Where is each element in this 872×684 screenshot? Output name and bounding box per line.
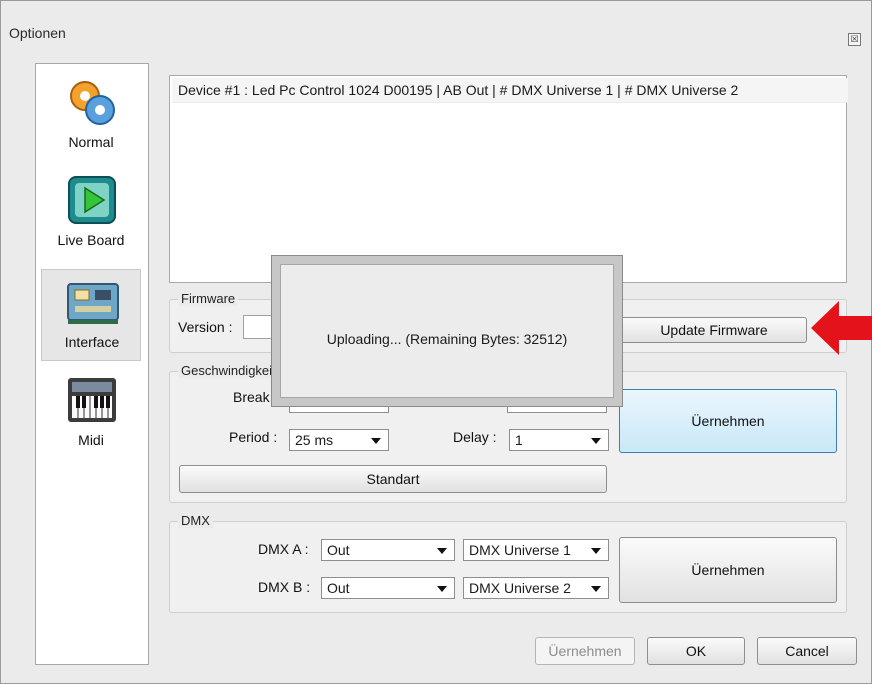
- chevron-down-icon: [437, 586, 447, 592]
- red-arrow-pointer-icon: [811, 301, 872, 355]
- circuit-board-icon: [67, 283, 119, 324]
- standard-button[interactable]: Standart: [179, 465, 607, 493]
- gears-icon: [70, 81, 115, 125]
- window-title: Optionen: [9, 25, 66, 41]
- dmx-apply-button[interactable]: Üernehmen: [619, 537, 837, 603]
- chevron-down-icon: [371, 438, 381, 444]
- chevron-down-icon: [591, 586, 601, 592]
- sidebar-item-label: Normal: [68, 134, 114, 150]
- period-select[interactable]: 25 ms: [289, 429, 389, 451]
- play-board-icon: [68, 176, 116, 224]
- period-select-value: 25 ms: [295, 432, 334, 448]
- upload-progress-popup: Uploading... (Remaining Bytes: 32512): [271, 255, 623, 407]
- dmx-a-mode-select[interactable]: Out: [321, 539, 455, 561]
- sidebar-item-live-board[interactable]: Live Board: [41, 168, 141, 260]
- sidebar-item-label: Live Board: [57, 232, 125, 248]
- ok-button[interactable]: OK: [647, 637, 745, 665]
- delay-select-value: 1: [515, 432, 523, 448]
- device-list-row[interactable]: Device #1 : Led Pc Control 1024 D00195 |…: [172, 78, 848, 103]
- dmx-a-mode-value: Out: [327, 542, 350, 558]
- category-sidebar: Normal Live Board Interface Midi: [35, 63, 149, 665]
- sidebar-item-normal[interactable]: Normal: [41, 70, 141, 162]
- dmx-a-universe-select[interactable]: DMX Universe 1: [463, 539, 609, 561]
- firmware-group-label: Firmware: [178, 291, 239, 306]
- dmx-b-mode-select[interactable]: Out: [321, 577, 455, 599]
- delay-label: Delay :: [453, 429, 497, 445]
- upload-status-text: Uploading... (Remaining Bytes: 32512): [326, 331, 568, 347]
- dmx-b-universe-value: DMX Universe 2: [469, 580, 571, 596]
- version-label: Version :: [178, 319, 233, 335]
- delay-select[interactable]: 1: [509, 429, 609, 451]
- dmx-b-mode-value: Out: [327, 580, 350, 596]
- dmx-b-label: DMX B :: [258, 579, 311, 595]
- keyboard-icon: [68, 378, 116, 422]
- period-label: Period :: [229, 429, 278, 445]
- sidebar-item-interface[interactable]: Interface: [41, 269, 141, 361]
- options-dialog: Optionen ☒ Normal Live Board Interface M…: [0, 0, 872, 684]
- chevron-down-icon: [591, 548, 601, 554]
- cancel-button[interactable]: Cancel: [757, 637, 857, 665]
- dmx-group-label: DMX: [178, 513, 213, 528]
- device-list[interactable]: Device #1 : Led Pc Control 1024 D00195 |…: [169, 75, 848, 283]
- dmx-b-universe-select[interactable]: DMX Universe 2: [463, 577, 609, 599]
- update-firmware-button[interactable]: Update Firmware: [621, 317, 807, 343]
- sidebar-item-label: Midi: [78, 432, 104, 448]
- speed-group-label: Geschwindigkeit: [178, 363, 279, 378]
- title-bar: Optionen ☒: [1, 11, 871, 47]
- upload-progress-panel: Uploading... (Remaining Bytes: 32512): [280, 264, 614, 398]
- footer-apply-button[interactable]: Üernehmen: [535, 637, 635, 665]
- speed-apply-button[interactable]: Üernehmen: [619, 389, 837, 453]
- close-icon[interactable]: ☒: [848, 33, 861, 46]
- chevron-down-icon: [437, 548, 447, 554]
- dmx-a-universe-value: DMX Universe 1: [469, 542, 571, 558]
- chevron-down-icon: [591, 438, 601, 444]
- sidebar-item-label: Interface: [64, 334, 120, 350]
- sidebar-item-midi[interactable]: Midi: [41, 368, 141, 460]
- break-label: Break: [233, 389, 270, 405]
- dmx-a-label: DMX A :: [258, 541, 309, 557]
